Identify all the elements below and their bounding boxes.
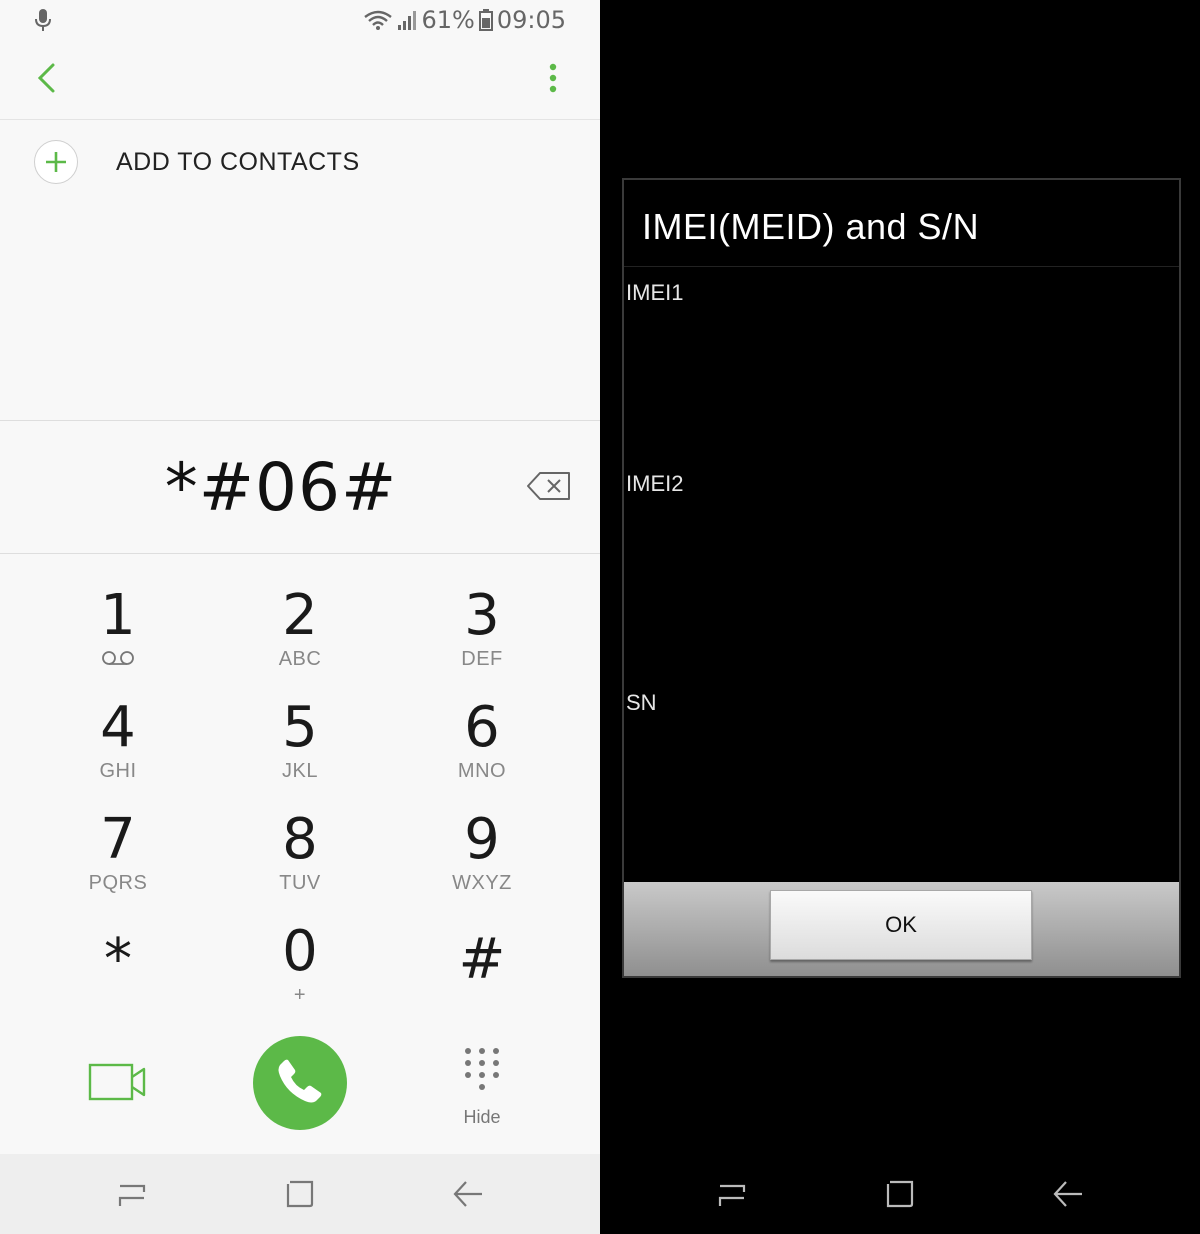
key-digit: 2: [282, 583, 318, 648]
home-icon: [882, 1180, 918, 1216]
key-7[interactable]: 7 PQRS: [33, 808, 203, 908]
phone-icon: [275, 1056, 325, 1111]
sn-label: SN: [626, 690, 657, 715]
key-letters: TUV: [279, 872, 321, 894]
key-9[interactable]: 9 WXYZ: [397, 808, 567, 908]
key-digit: #: [458, 927, 506, 992]
navigation-bar: [600, 1154, 1200, 1234]
add-icon: [34, 140, 78, 184]
key-3[interactable]: 3 DEF: [397, 584, 567, 684]
wifi-icon: [363, 9, 393, 31]
imei2-label: IMEI2: [626, 471, 684, 496]
key-digit: 9: [464, 807, 500, 872]
hide-label: Hide: [463, 1107, 501, 1127]
dialpad-icon: [462, 1048, 502, 1100]
nav-back-icon: [450, 1181, 486, 1216]
video-call-icon: [88, 1063, 148, 1106]
key-8[interactable]: 8 TUV: [215, 808, 385, 908]
key-letters: DEF: [461, 648, 503, 670]
battery-icon: [478, 9, 493, 31]
battery-percent: 61%: [421, 6, 475, 34]
key-digit: 8: [282, 807, 318, 872]
hide-keypad-button[interactable]: Hide: [450, 1046, 514, 1146]
navigation-bar: [0, 1154, 600, 1234]
dialed-number: *#06#: [164, 449, 398, 526]
key-digit: *: [104, 927, 132, 992]
back-arrow-icon: [35, 62, 57, 99]
add-to-contacts-button[interactable]: ADD TO CONTACTS: [0, 122, 600, 206]
key-star[interactable]: *: [33, 928, 203, 1028]
backspace-button[interactable]: [526, 471, 574, 503]
key-letters: GHI: [99, 760, 137, 782]
dialog-footer: OK: [624, 882, 1179, 976]
ok-button[interactable]: OK: [770, 890, 1032, 960]
recent-apps-icon: [714, 1184, 750, 1216]
microphone-icon: [34, 8, 52, 37]
key-digit: 5: [282, 695, 318, 760]
key-letters: WXYZ: [452, 872, 512, 894]
key-letters: JKL: [282, 760, 318, 782]
back-button[interactable]: [24, 58, 68, 102]
nav-back-button[interactable]: [1050, 1176, 1086, 1212]
key-letters: MNO: [457, 760, 507, 782]
key-digit: 7: [100, 807, 136, 872]
key-4[interactable]: 4 GHI: [33, 696, 203, 796]
key-digit: 4: [100, 695, 136, 760]
recent-apps-icon: [114, 1184, 150, 1216]
dialog-divider: [624, 266, 1179, 267]
more-vert-icon: [549, 63, 557, 98]
key-digit: 3: [464, 583, 500, 648]
imei1-label: IMEI1: [626, 280, 684, 305]
voicemail-icon: [33, 650, 203, 671]
key-digit: 1: [100, 583, 136, 648]
video-call-button[interactable]: [88, 1062, 148, 1106]
home-icon: [282, 1180, 318, 1216]
key-letters: ABC: [278, 648, 322, 670]
dialog-title: IMEI(MEID) and S/N: [642, 206, 980, 247]
home-button[interactable]: [282, 1176, 318, 1212]
key-6[interactable]: 6 MNO: [397, 696, 567, 796]
imei-screen: IMEI(MEID) and S/N IMEI1 IMEI2 SN OK: [600, 0, 1200, 1234]
status-bar: 61% 09:05: [0, 0, 600, 42]
dialer-actions: Hide: [0, 1030, 600, 1150]
nav-back-button[interactable]: [450, 1176, 486, 1212]
key-digit: 0: [282, 919, 318, 984]
call-button[interactable]: [253, 1036, 347, 1130]
key-letters: +: [293, 984, 307, 1006]
key-letters: PQRS: [88, 872, 148, 894]
key-hash[interactable]: #: [397, 928, 567, 1028]
dialer-screen: 61% 09:05 ADD TO CONTACTS *#06# 1 2 ABC …: [0, 0, 600, 1234]
add-to-contacts-label: ADD TO CONTACTS: [116, 148, 360, 176]
recent-apps-button[interactable]: [114, 1176, 150, 1212]
nav-back-icon: [1050, 1181, 1086, 1216]
imei-dialog: IMEI(MEID) and S/N IMEI1 IMEI2 SN OK: [622, 178, 1181, 978]
key-2[interactable]: 2 ABC: [215, 584, 385, 684]
number-display: *#06#: [0, 420, 600, 554]
key-1[interactable]: 1: [33, 584, 203, 684]
top-app-bar: [0, 42, 600, 120]
home-button[interactable]: [882, 1176, 918, 1212]
key-0[interactable]: 0 +: [215, 920, 385, 1020]
key-5[interactable]: 5 JKL: [215, 696, 385, 796]
key-digit: 6: [464, 695, 500, 760]
recent-apps-button[interactable]: [714, 1176, 750, 1212]
clock: 09:05: [496, 6, 566, 34]
backspace-icon: [526, 472, 572, 505]
signal-icon: [397, 9, 417, 31]
more-options-button[interactable]: [540, 58, 566, 102]
